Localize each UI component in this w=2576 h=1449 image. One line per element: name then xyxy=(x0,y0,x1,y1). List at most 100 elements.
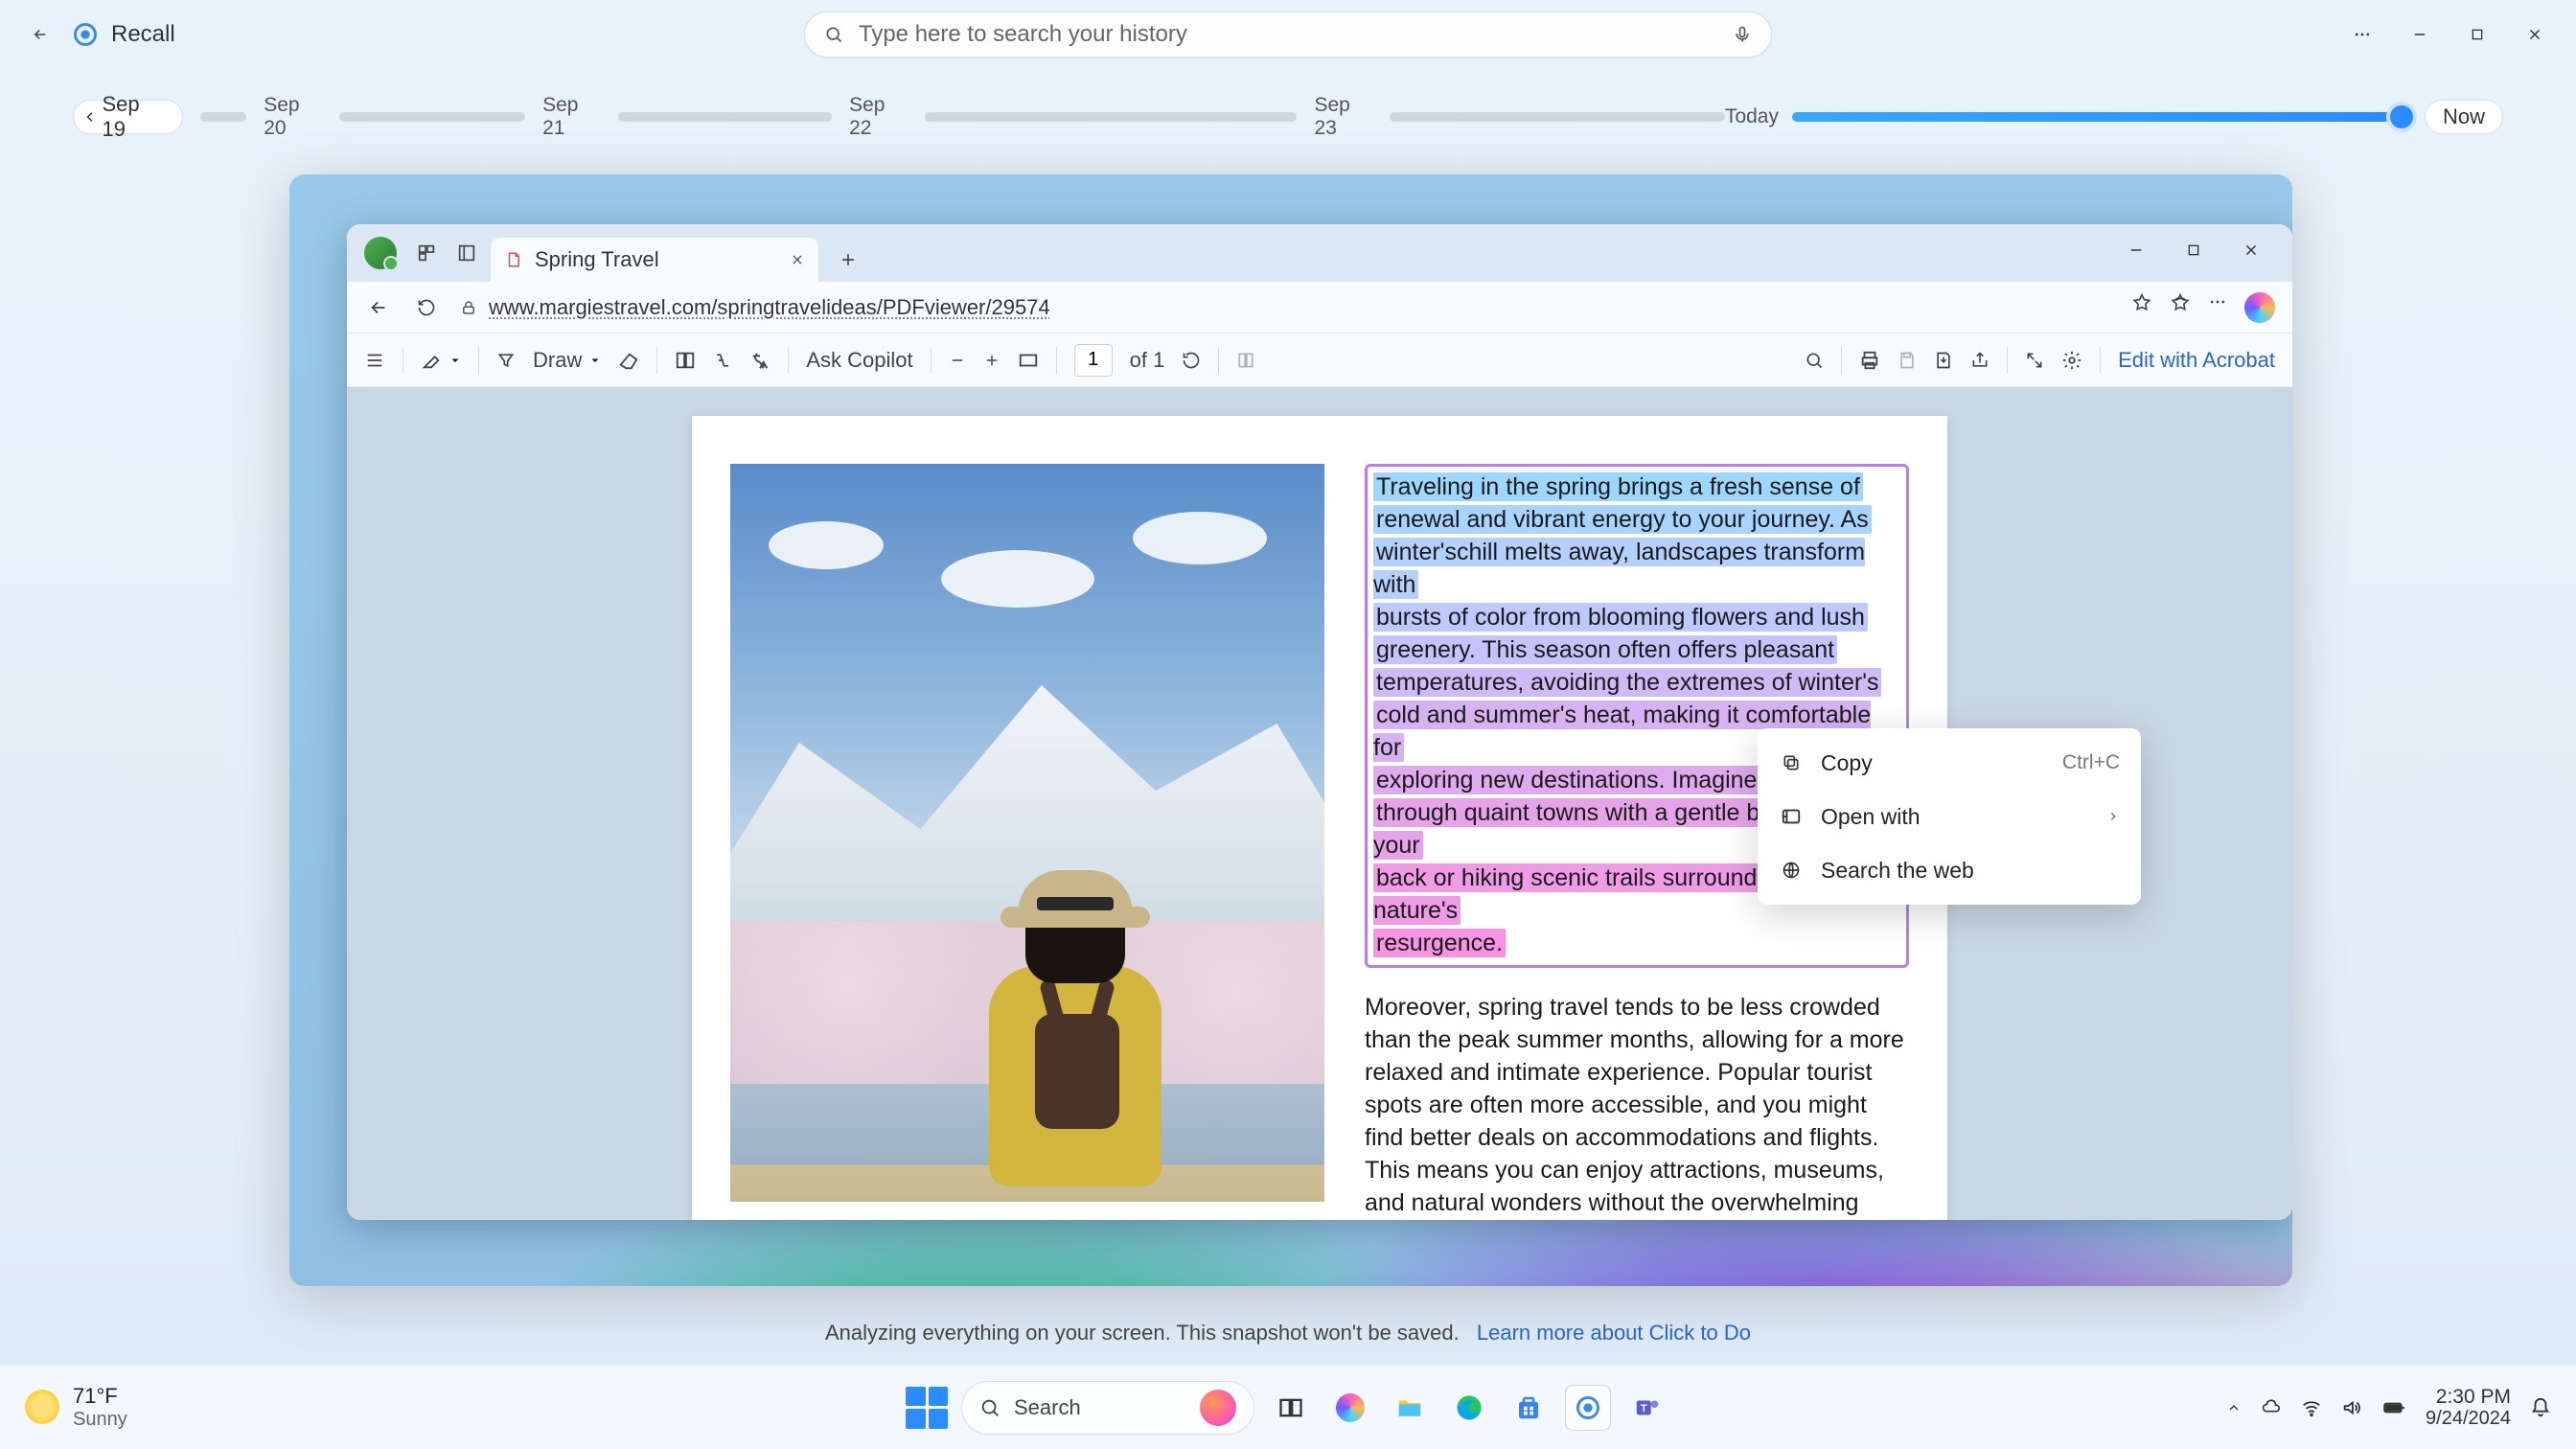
taskbar-search[interactable]: Search xyxy=(961,1381,1254,1435)
recall-taskbar-icon[interactable] xyxy=(1565,1385,1611,1431)
timeline-now-button[interactable]: Now xyxy=(2425,100,2503,134)
read-aloud-button[interactable] xyxy=(713,351,732,370)
url-text: www.margiestravel.com/springtravelideas/… xyxy=(489,295,1050,320)
share-button[interactable] xyxy=(1970,351,1990,370)
chevron-left-icon xyxy=(81,108,98,126)
page-total: of 1 xyxy=(1130,348,1165,373)
back-button[interactable] xyxy=(27,21,54,48)
copilot-icon[interactable] xyxy=(2244,292,2275,323)
url-field[interactable]: www.margiestravel.com/springtravelideas/… xyxy=(460,295,2112,320)
contents-button[interactable] xyxy=(364,350,385,371)
status-message: Analyzing everything on your screen. Thi… xyxy=(0,1321,2576,1346)
pdf-icon xyxy=(504,250,523,269)
filter-button[interactable] xyxy=(496,351,516,370)
mic-icon[interactable] xyxy=(1733,25,1752,44)
fullscreen-button[interactable] xyxy=(2025,351,2044,370)
zoom-out-button[interactable] xyxy=(949,352,966,369)
snapshot-preview: Spring Travel www.margiestravel.com/spri… xyxy=(289,174,2292,1286)
history-search-input[interactable] xyxy=(859,21,1733,48)
page-view-button[interactable] xyxy=(1236,351,1255,370)
ask-copilot-button[interactable]: Ask Copilot xyxy=(806,348,912,373)
search-icon xyxy=(979,1397,1000,1418)
favorites-icon[interactable] xyxy=(2170,292,2191,323)
teams-icon[interactable]: T xyxy=(1624,1385,1670,1431)
search-icon xyxy=(824,25,843,44)
zoom-in-button[interactable] xyxy=(983,352,1000,369)
fit-page-button[interactable] xyxy=(1018,350,1039,371)
battery-icon[interactable] xyxy=(2381,1395,2406,1420)
workspaces-icon[interactable] xyxy=(410,237,443,269)
nav-refresh-button[interactable] xyxy=(412,293,441,322)
wifi-icon[interactable] xyxy=(2301,1397,2322,1418)
tray-chevron-icon[interactable] xyxy=(2226,1400,2242,1415)
onedrive-icon[interactable] xyxy=(2261,1397,2282,1418)
weather-widget[interactable]: 71°F Sunny xyxy=(25,1384,127,1430)
notifications-icon[interactable] xyxy=(2530,1397,2551,1418)
paragraph[interactable]: Moreover, spring travel tends to be less… xyxy=(1365,991,1909,1220)
timeline-date[interactable]: Sep 21 xyxy=(542,94,605,140)
timeline-today-label: Today xyxy=(1725,105,1779,128)
settings-button[interactable] xyxy=(2061,350,2082,371)
timeline[interactable]: Sep 19 Sep 20 Sep 21 Sep 22 Sep 23 Today… xyxy=(0,88,2576,146)
tab-close-icon[interactable] xyxy=(790,252,805,267)
edge-window: Spring Travel www.margiestravel.com/spri… xyxy=(347,224,2292,1220)
draw-button[interactable]: Draw xyxy=(533,348,601,373)
open-with-icon xyxy=(1779,804,1804,829)
context-menu-search-web[interactable]: Search the web xyxy=(1758,843,2141,897)
svg-text:T: T xyxy=(1641,1402,1647,1414)
maximize-button[interactable] xyxy=(2463,20,2492,49)
edge-close-button[interactable] xyxy=(2237,236,2266,264)
context-menu-open-with[interactable]: Open with xyxy=(1758,790,2141,843)
save-button[interactable] xyxy=(1898,351,1917,370)
context-menu: Copy Ctrl+C Open with Search the web xyxy=(1758,728,2141,905)
start-button[interactable] xyxy=(906,1387,948,1429)
edge-icon[interactable] xyxy=(1446,1385,1492,1431)
lock-icon xyxy=(460,299,477,316)
new-tab-button[interactable] xyxy=(832,243,864,276)
volume-icon[interactable] xyxy=(2341,1397,2362,1418)
edge-address-bar: www.margiestravel.com/springtravelideas/… xyxy=(347,282,2292,334)
timeline-start-label: Sep 19 xyxy=(102,92,167,142)
vertical-tabs-icon[interactable] xyxy=(450,237,483,269)
edge-minimize-button[interactable] xyxy=(2122,236,2150,264)
timeline-date[interactable]: Sep 22 xyxy=(849,94,911,140)
edge-maximize-button[interactable] xyxy=(2179,236,2208,264)
browser-tab[interactable]: Spring Travel xyxy=(491,238,818,282)
task-view-icon[interactable] xyxy=(1268,1385,1314,1431)
timeline-date[interactable]: Sep 23 xyxy=(1314,94,1376,140)
learn-more-link[interactable]: Learn more about Click to Do xyxy=(1477,1321,1751,1345)
document-image xyxy=(730,464,1324,1202)
weather-temp: 71°F xyxy=(73,1384,127,1408)
favorite-add-icon[interactable] xyxy=(2131,292,2152,323)
close-button[interactable] xyxy=(2520,20,2549,49)
recall-titlebar: Recall xyxy=(0,0,2576,69)
edge-tab-strip: Spring Travel xyxy=(347,224,2292,282)
timeline-date[interactable]: Sep 20 xyxy=(264,94,326,140)
explorer-icon[interactable] xyxy=(1387,1385,1433,1431)
context-menu-copy[interactable]: Copy Ctrl+C xyxy=(1758,736,2141,790)
timeline-scrubber[interactable] xyxy=(2390,105,2413,128)
find-button[interactable] xyxy=(1805,351,1824,370)
clock[interactable]: 2:30 PM 9/24/2024 xyxy=(2426,1386,2511,1429)
translate-button[interactable] xyxy=(749,350,770,371)
copilot-taskbar-icon[interactable] xyxy=(1327,1385,1373,1431)
highlight-button[interactable] xyxy=(421,350,461,371)
store-icon[interactable] xyxy=(1506,1385,1552,1431)
sun-icon xyxy=(25,1390,59,1424)
minimize-button[interactable] xyxy=(2405,20,2434,49)
two-page-button[interactable] xyxy=(675,350,696,371)
more-button[interactable] xyxy=(2348,20,2377,49)
edit-acrobat-link[interactable]: Edit with Acrobat xyxy=(2118,348,2275,373)
page-number-input[interactable] xyxy=(1074,344,1113,377)
history-search[interactable] xyxy=(804,12,1772,58)
nav-back-button[interactable] xyxy=(364,293,393,322)
timeline-start-date[interactable]: Sep 19 xyxy=(73,100,183,134)
globe-icon xyxy=(1779,858,1804,883)
rotate-button[interactable] xyxy=(1182,351,1201,370)
save-as-button[interactable] xyxy=(1934,351,1953,370)
print-button[interactable] xyxy=(1859,350,1880,371)
edge-more-icon[interactable] xyxy=(2208,292,2227,323)
chevron-right-icon xyxy=(2106,810,2120,823)
erase-button[interactable] xyxy=(618,350,639,371)
profile-avatar[interactable] xyxy=(364,237,397,269)
